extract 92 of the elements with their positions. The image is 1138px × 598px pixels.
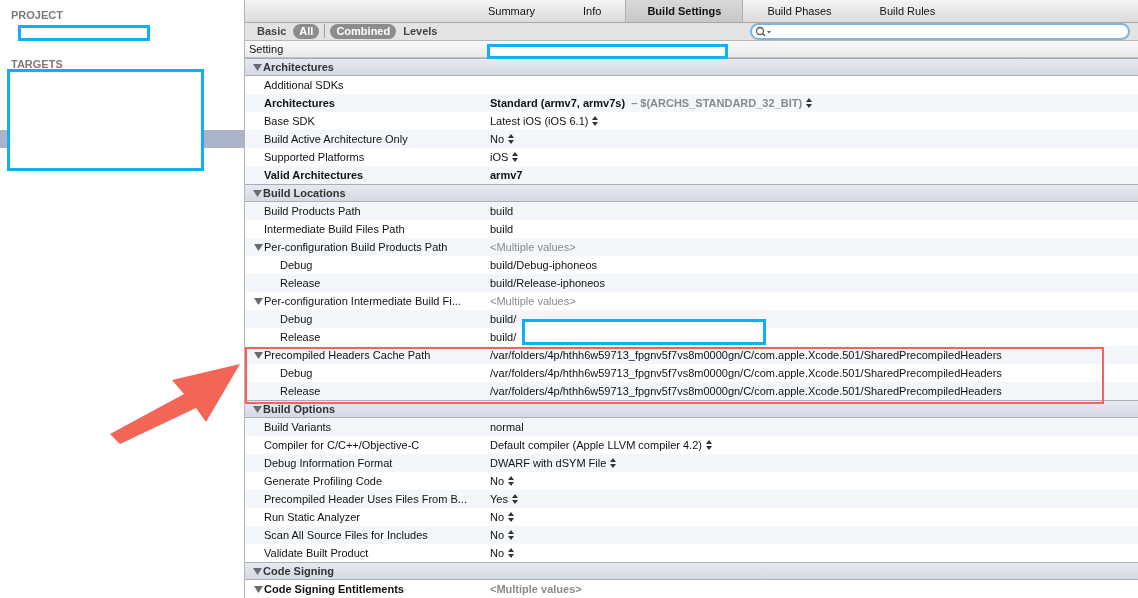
table-row[interactable]: Build Variants normal bbox=[245, 418, 1138, 436]
setting-value: No bbox=[490, 527, 505, 543]
table-row[interactable]: Precompiled Header Uses Files From B... Yes bbox=[245, 490, 1138, 508]
setting-value: No bbox=[490, 509, 505, 525]
table-row[interactable]: Architectures Standard (armv7, armv7s) – $(ARCHS_STANDARD_32_BIT) bbox=[245, 94, 1138, 112]
sidebar-group-header: PROJECT bbox=[11, 9, 63, 21]
table-row[interactable]: Build Products Path build bbox=[245, 202, 1138, 220]
stepper-icon[interactable] bbox=[508, 134, 515, 144]
tab[interactable]: Info bbox=[559, 0, 626, 22]
tab[interactable]: Build Phases bbox=[743, 0, 856, 22]
setting-name: Debug bbox=[280, 311, 313, 327]
setting-name: Compiler for C/C++/Objective-C bbox=[264, 437, 420, 453]
setting-value: No bbox=[490, 473, 505, 489]
section-header[interactable]: Build Locations bbox=[245, 184, 1138, 202]
setting-value: build/ bbox=[490, 311, 517, 327]
setting-name: Precompiled Header Uses Files From B... bbox=[264, 491, 467, 507]
column-header[interactable]: Setting bbox=[249, 40, 284, 58]
table-row[interactable]: Build Active Architecture Only No bbox=[245, 130, 1138, 148]
sidebar-group-header: TARGETS bbox=[11, 58, 63, 70]
table-row[interactable]: Debug Information Format DWARF with dSYM File bbox=[245, 454, 1138, 472]
setting-name: Scan All Source Files for Includes bbox=[264, 527, 428, 543]
setting-value: /var/folders/4p/hthh6w59713_fpgnv5f7vs8m0000gn/C/com.apple.Xcode.501/SharedPrecompiledHeaders bbox=[490, 347, 1002, 363]
stepper-icon[interactable] bbox=[511, 494, 518, 504]
setting-value: DWARF with dSYM File bbox=[490, 455, 607, 471]
setting-name: Release bbox=[280, 383, 321, 399]
setting-value: Default compiler (Apple LLVM compiler 4.2) bbox=[490, 437, 702, 453]
setting-name: Debug Information Format bbox=[264, 455, 393, 471]
selected-row-edge bbox=[0, 130, 7, 148]
tab[interactable]: Build Settings bbox=[625, 0, 744, 22]
stepper-icon[interactable] bbox=[592, 116, 599, 126]
setting-name: Release bbox=[280, 275, 321, 291]
setting-name: Intermediate Build Files Path bbox=[264, 221, 405, 237]
section-header[interactable]: Code Signing bbox=[245, 562, 1138, 580]
section-header[interactable]: Architectures bbox=[245, 58, 1138, 76]
setting-name: Per-configuration Intermediate Build Fi... bbox=[264, 293, 461, 309]
setting-name: Debug bbox=[280, 257, 313, 273]
search-icon bbox=[755, 25, 773, 37]
setting-value: build/Debug-iphoneos bbox=[490, 257, 598, 273]
stepper-icon[interactable] bbox=[508, 548, 515, 558]
setting-name: Debug bbox=[280, 365, 313, 381]
disclosure-triangle-icon[interactable] bbox=[254, 242, 263, 252]
setting-name: Release bbox=[280, 329, 321, 345]
setting-value: normal bbox=[490, 419, 524, 435]
disclosure-triangle-icon[interactable] bbox=[253, 62, 262, 72]
setting-value: <Multiple values> bbox=[490, 239, 576, 255]
disclosure-triangle-icon[interactable] bbox=[254, 296, 263, 306]
stepper-icon[interactable] bbox=[512, 152, 519, 162]
setting-name: Validate Built Product bbox=[264, 545, 369, 561]
setting-name: Build Variants bbox=[264, 419, 332, 435]
setting-value: /var/folders/4p/hthh6w59713_fpgnv5f7vs8m0000gn/C/com.apple.Xcode.501/SharedPrecompiledHeaders bbox=[490, 365, 1002, 381]
setting-name: Architectures bbox=[264, 95, 335, 111]
stepper-icon[interactable] bbox=[705, 440, 712, 450]
tab[interactable]: Build Rules bbox=[855, 0, 960, 22]
setting-name: Supported Platforms bbox=[264, 149, 365, 165]
setting-name: Run Static Analyzer bbox=[264, 509, 360, 525]
filter-button[interactable]: Basic bbox=[255, 23, 289, 40]
tab[interactable]: Summary bbox=[464, 0, 560, 22]
table-row[interactable]: Scan All Source Files for Includes No bbox=[245, 526, 1138, 544]
setting-name: Per-configuration Build Products Path bbox=[264, 239, 448, 255]
stepper-icon[interactable] bbox=[508, 530, 515, 540]
setting-value: build/ bbox=[490, 329, 517, 345]
setting-name: Generate Profiling Code bbox=[264, 473, 382, 489]
table-row[interactable]: Valid Architectures armv7 bbox=[245, 166, 1138, 184]
setting-value: build bbox=[490, 203, 514, 219]
setting-name: Base SDK bbox=[264, 113, 315, 129]
disclosure-triangle-icon[interactable] bbox=[253, 404, 262, 414]
stepper-icon[interactable] bbox=[508, 476, 515, 486]
setting-value: iOS bbox=[490, 149, 509, 165]
setting-name: Code Signing Entitlements bbox=[264, 581, 404, 597]
setting-value: Standard (armv7, armv7s) bbox=[490, 95, 626, 111]
setting-value: <Multiple values> bbox=[490, 581, 582, 597]
setting-default-value: – $(ARCHS_STANDARD_32_BIT) bbox=[631, 95, 803, 111]
setting-name: Additional SDKs bbox=[264, 77, 344, 93]
setting-name: Valid Architectures bbox=[264, 167, 364, 183]
setting-value: /var/folders/4p/hthh6w59713_fpgnv5f7vs8m0000gn/C/com.apple.Xcode.501/SharedPrecompiledHeaders bbox=[490, 383, 1002, 399]
setting-name: Build Active Architecture Only bbox=[264, 131, 408, 147]
setting-value: No bbox=[490, 545, 505, 561]
stepper-icon[interactable] bbox=[806, 98, 813, 108]
setting-value: armv7 bbox=[490, 167, 523, 183]
setting-name: Build Products Path bbox=[264, 203, 361, 219]
setting-value: <Multiple values> bbox=[490, 293, 576, 309]
setting-value: build bbox=[490, 221, 514, 237]
setting-value: No bbox=[490, 131, 505, 147]
setting-value: Latest iOS (iOS 6.1) bbox=[490, 113, 589, 129]
setting-value: Yes bbox=[490, 491, 508, 507]
setting-name: Precompiled Headers Cache Path bbox=[264, 347, 431, 363]
stepper-icon[interactable] bbox=[508, 512, 515, 522]
disclosure-triangle-icon[interactable] bbox=[253, 188, 262, 198]
stepper-icon[interactable] bbox=[610, 458, 617, 468]
filter-button[interactable]: Levels bbox=[401, 23, 440, 40]
setting-value: build/Release-iphoneos bbox=[490, 275, 605, 291]
disclosure-triangle-icon[interactable] bbox=[254, 350, 263, 360]
